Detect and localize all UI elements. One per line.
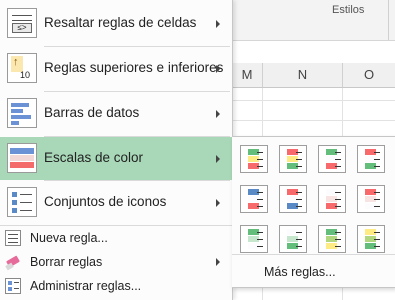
- color-scale-line: [374, 152, 380, 153]
- menu-item-label: Nueva regla...: [30, 231, 108, 245]
- color-scale-option[interactable]: [279, 185, 307, 213]
- color-scale-line: [335, 192, 341, 193]
- more-rules-link[interactable]: Más reglas...: [264, 265, 336, 279]
- chevron-right-icon: [216, 154, 220, 163]
- manage-rules-icon: [5, 278, 21, 294]
- menu-item-label: Resaltar reglas de celdas: [44, 15, 197, 30]
- menu-item-manage-rules[interactable]: Administrar reglas...: [0, 275, 232, 297]
- menu-item-label: Barras de datos: [44, 105, 140, 120]
- color-scale-option[interactable]: [357, 185, 385, 213]
- color-scale-option[interactable]: [318, 145, 346, 173]
- menu-separator: [0, 225, 232, 226]
- menu-item-clear-rules[interactable]: Borrar reglas: [0, 251, 232, 273]
- menu-item-label: Reglas superiores e inferiores: [44, 60, 224, 75]
- ribbon-divider: [388, 0, 389, 40]
- color-scale-option[interactable]: [240, 225, 268, 253]
- menu-item-label: Conjuntos de iconos: [44, 194, 167, 209]
- menu-item-label: Administrar reglas...: [30, 279, 142, 293]
- menu-item-color-scales[interactable]: Escalas de color: [0, 137, 232, 180]
- chevron-right-icon: [216, 64, 220, 73]
- column-header-n[interactable]: N: [263, 63, 343, 88]
- color-scale-line: [257, 246, 263, 247]
- menu-item-highlight-cells[interactable]: ≤> Resaltar reglas de celdas: [0, 2, 232, 45]
- color-scale-option[interactable]: [318, 185, 346, 213]
- color-scale-line: [335, 199, 341, 200]
- color-scale-line: [335, 206, 341, 207]
- menu-item-label: Escalas de color: [44, 150, 144, 165]
- color-scale-line: [335, 239, 341, 240]
- column-header-m[interactable]: M: [232, 63, 263, 88]
- color-scale-line: [374, 166, 380, 167]
- color-scale-line: [296, 232, 302, 233]
- color-scale-line: [296, 152, 302, 153]
- top-bottom-rules-icon: ↑ 10: [7, 53, 37, 83]
- color-scale-line: [374, 239, 380, 240]
- chevron-right-icon: [216, 258, 220, 266]
- color-scale-line: [296, 159, 302, 160]
- color-scale-line: [257, 239, 263, 240]
- data-bars-icon: [7, 98, 37, 128]
- color-scale-line: [257, 159, 263, 160]
- conditional-format-menu: ≤> Resaltar reglas de celdas ↑ 10 Reglas…: [0, 0, 233, 300]
- color-scales-icon: [7, 143, 37, 173]
- new-rule-icon: [5, 230, 21, 246]
- eraser-icon: [5, 254, 21, 271]
- color-scale-option[interactable]: [240, 185, 268, 213]
- chevron-right-icon: [216, 19, 220, 28]
- color-scale-option[interactable]: [357, 145, 385, 173]
- menu-item-new-rule[interactable]: Nueva regla...: [0, 227, 232, 249]
- color-scales-submenu: Más reglas...: [232, 136, 395, 288]
- color-scale-line: [374, 232, 380, 233]
- menu-item-top-bottom-rules[interactable]: ↑ 10 Reglas superiores e inferiores: [0, 47, 232, 90]
- color-scale-line: [374, 192, 380, 193]
- color-scale-line: [296, 199, 302, 200]
- color-scale-line: [257, 232, 263, 233]
- color-scale-option[interactable]: [318, 225, 346, 253]
- color-scale-line: [296, 192, 302, 193]
- chevron-right-icon: [216, 198, 220, 207]
- color-scale-line: [335, 152, 341, 153]
- color-scale-line: [257, 152, 263, 153]
- menu-separator: [232, 254, 395, 255]
- color-scale-line: [257, 206, 263, 207]
- color-scale-line: [296, 166, 302, 167]
- highlight-cells-icon: ≤>: [7, 8, 37, 38]
- icon-sets-icon: [7, 187, 37, 217]
- menu-item-data-bars[interactable]: Barras de datos: [0, 92, 232, 135]
- color-scale-line: [374, 199, 380, 200]
- color-scale-line: [335, 166, 341, 167]
- color-scale-line: [374, 206, 380, 207]
- color-scale-option[interactable]: [240, 145, 268, 173]
- color-scale-line: [296, 239, 302, 240]
- color-scale-line: [335, 246, 341, 247]
- color-scale-line: [374, 246, 380, 247]
- color-scale-line: [257, 192, 263, 193]
- chevron-right-icon: [216, 109, 220, 118]
- color-scale-option[interactable]: [357, 225, 385, 253]
- color-scale-line: [335, 159, 341, 160]
- menu-item-label: Borrar reglas: [30, 255, 103, 269]
- color-scale-line: [296, 206, 302, 207]
- color-scale-line: [374, 159, 380, 160]
- color-scale-line: [335, 232, 341, 233]
- menu-item-icon-sets[interactable]: Conjuntos de iconos: [0, 181, 232, 224]
- color-scale-line: [257, 166, 263, 167]
- color-scale-option[interactable]: [279, 145, 307, 173]
- color-scale-option[interactable]: [279, 225, 307, 253]
- column-header-o[interactable]: O: [343, 63, 395, 88]
- color-scale-line: [296, 246, 302, 247]
- styles-group-label: Estilos: [332, 4, 365, 16]
- color-scale-line: [257, 199, 263, 200]
